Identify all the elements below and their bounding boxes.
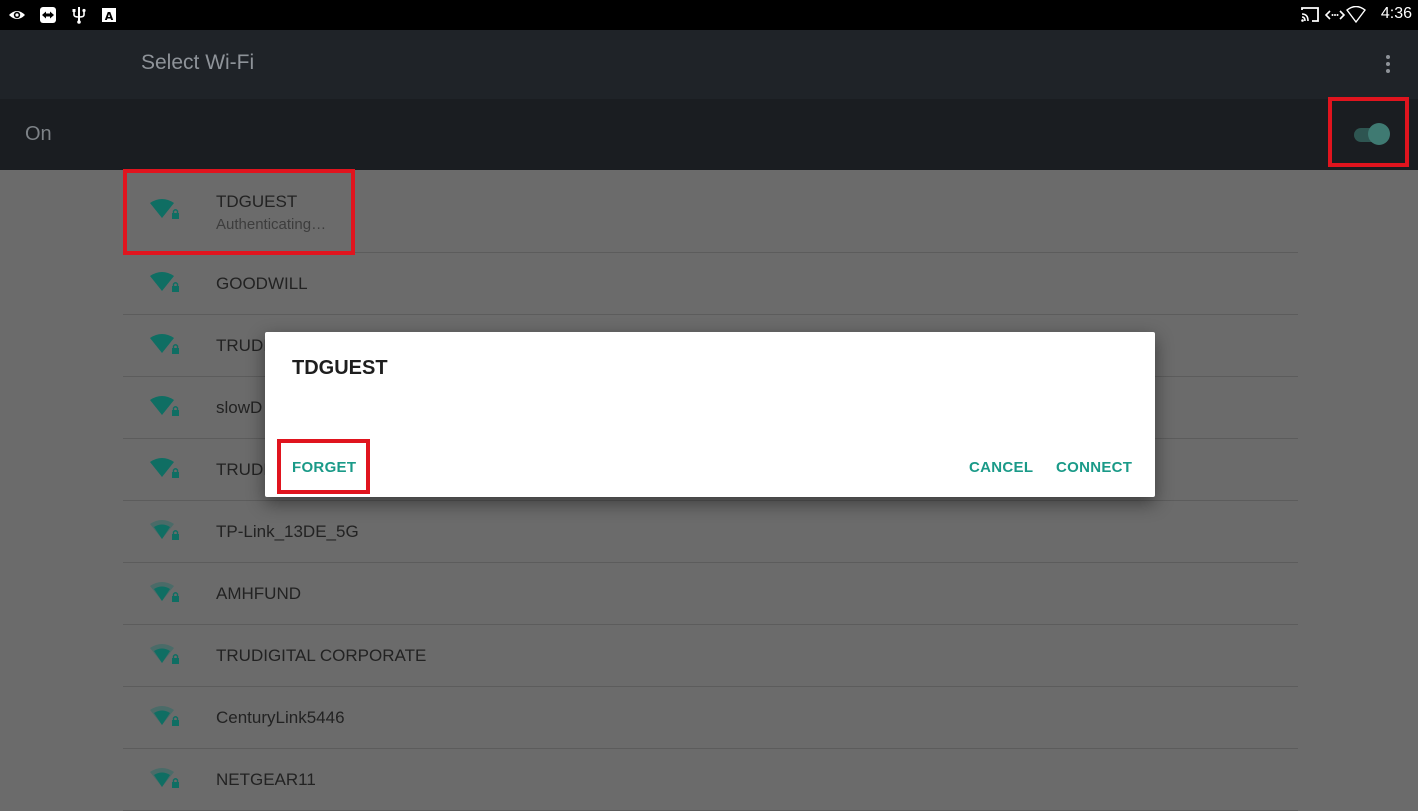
- network-item-trudigital-corporate[interactable]: TRUDIGITAL CORPORATE: [123, 625, 1298, 687]
- wifi-toggle-bar: On: [0, 99, 1418, 170]
- teamviewer-icon: [40, 7, 56, 23]
- network-ssid: TRUDI: [216, 336, 268, 355]
- dialog-title: TDGUEST: [292, 357, 388, 379]
- network-item-tp-link-13de-5g[interactable]: TP-Link_13DE_5G: [123, 501, 1298, 563]
- page-title: Select Wi-Fi: [141, 51, 255, 74]
- svg-text:A: A: [105, 10, 114, 23]
- wifi-lock-icon: [150, 334, 179, 354]
- network-ssid: TRUDI: [216, 460, 268, 479]
- app-bar: Select Wi-Fi: [0, 30, 1418, 99]
- forget-highlight-box: [277, 439, 370, 494]
- network-dialog: TDGUEST FORGET CANCEL CONNECT: [265, 332, 1155, 497]
- cast-icon: [1301, 7, 1319, 22]
- network-item-goodwill[interactable]: GOODWILL: [123, 253, 1298, 315]
- cancel-button[interactable]: CANCEL: [969, 459, 1033, 476]
- network-ssid: CenturyLink5446: [216, 708, 345, 727]
- connect-button[interactable]: CONNECT: [1056, 459, 1132, 476]
- eye-icon: [9, 11, 25, 19]
- usb-icon: [72, 7, 86, 24]
- a-notification-icon: A: [102, 8, 116, 23]
- wifi-toggle-label: On: [25, 123, 52, 145]
- data-transfer-icon: [1324, 10, 1346, 20]
- network-ssid: TP-Link_13DE_5G: [216, 522, 359, 541]
- network-ssid: slowD: [216, 398, 263, 417]
- wifi-lock-icon: [150, 396, 179, 416]
- toggle-highlight-box: [1328, 97, 1409, 167]
- status-bar: A 4:36: [0, 0, 1418, 30]
- network-ssid: GOODWILL: [216, 274, 308, 293]
- network-ssid: AMHFUND: [216, 584, 301, 603]
- network-ssid: NETGEAR11: [216, 770, 316, 789]
- wifi-lock-icon: [150, 458, 179, 478]
- network-ssid: TRUDIGITAL CORPORATE: [216, 646, 427, 665]
- wifi-lock-icon: [150, 768, 179, 788]
- wifi-status-icon: [1346, 6, 1366, 24]
- status-time: 4:36: [1380, 5, 1412, 22]
- wifi-lock-icon: [150, 644, 179, 664]
- wifi-lock-icon: [150, 272, 179, 292]
- wifi-lock-icon: [150, 582, 179, 602]
- overflow-menu-icon[interactable]: [1380, 52, 1396, 76]
- wifi-lock-icon: [150, 706, 179, 726]
- network-item-amhfund[interactable]: AMHFUND: [123, 563, 1298, 625]
- network-item-centurylink5446[interactable]: CenturyLink5446: [123, 687, 1298, 749]
- wifi-lock-icon: [150, 520, 179, 540]
- network-highlight-box: [123, 169, 355, 255]
